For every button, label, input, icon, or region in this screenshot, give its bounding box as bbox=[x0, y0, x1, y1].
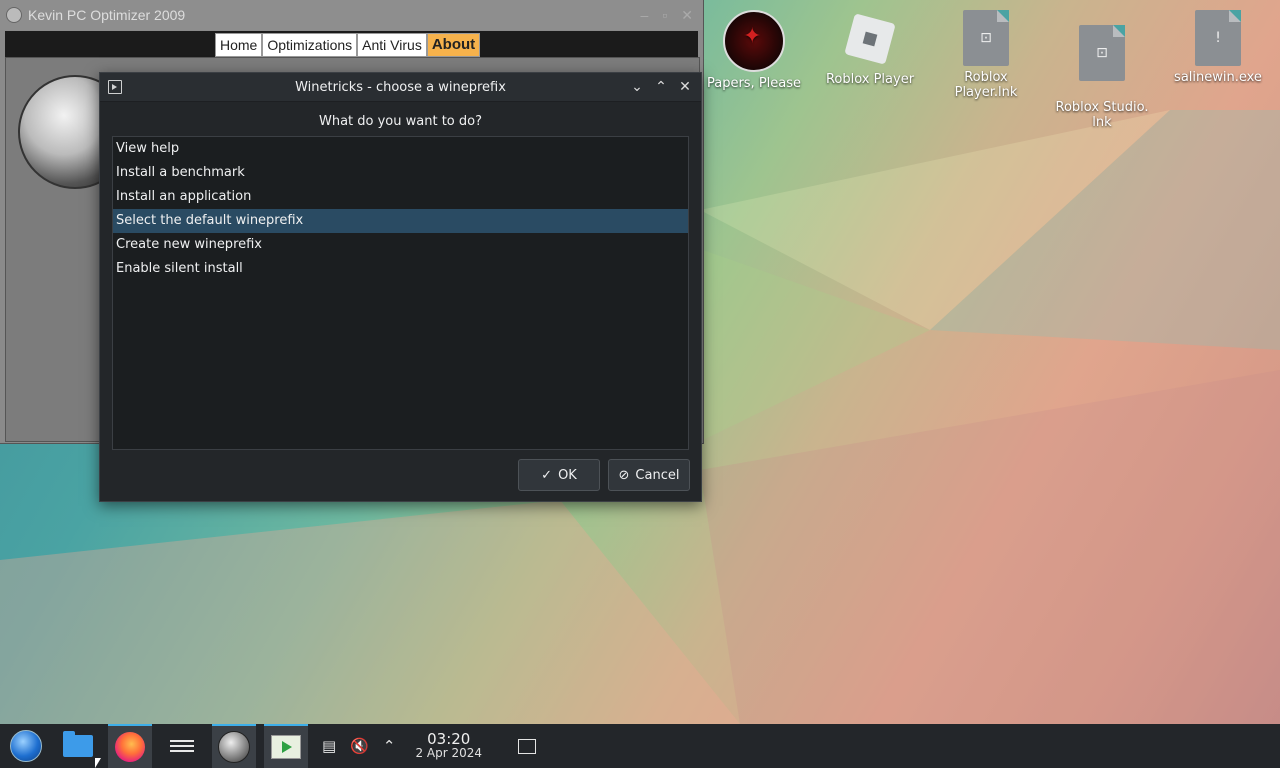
volume-muted-icon[interactable]: 🔇 bbox=[350, 737, 369, 755]
kevin-window-title: Kevin PC Optimizer 2009 bbox=[28, 7, 186, 23]
desktop-icon-label: Roblox Player bbox=[825, 72, 915, 87]
start-icon bbox=[10, 730, 42, 762]
chevron-up-icon[interactable]: ⌃ bbox=[383, 737, 396, 755]
roblox-icon bbox=[841, 10, 899, 68]
taskbar-kevin-optimizer[interactable] bbox=[212, 724, 256, 768]
taskbar-file-manager[interactable] bbox=[56, 724, 100, 768]
list-item-install-application[interactable]: Install an application bbox=[113, 185, 688, 209]
dialog-app-icon[interactable] bbox=[108, 80, 122, 94]
folder-icon bbox=[63, 731, 93, 757]
cancel-icon: ⊘ bbox=[618, 467, 630, 483]
exe-file-icon: ! bbox=[1195, 10, 1241, 66]
clock-date: 2 Apr 2024 bbox=[415, 746, 483, 760]
kevin-app-icon bbox=[6, 7, 22, 23]
desktop-icon-roblox-player[interactable]: Roblox Player bbox=[815, 10, 925, 87]
list-item-select-default-wineprefix[interactable]: Select the default wineprefix bbox=[113, 209, 688, 233]
taskbar-winetricks[interactable] bbox=[264, 724, 308, 768]
cancel-button-label: Cancel bbox=[635, 467, 680, 483]
shortcut-file-icon: ⊡ bbox=[1079, 25, 1125, 81]
desktop-icon-roblox-player-lnk[interactable]: ⊡ Roblox Player.lnk bbox=[931, 10, 1041, 100]
clock-time: 03:20 bbox=[427, 730, 471, 748]
close-icon[interactable]: ✕ bbox=[677, 77, 693, 97]
desktop-icon-label: Papers, Please bbox=[706, 76, 802, 91]
minimize-icon[interactable]: ⌄ bbox=[629, 77, 645, 97]
dialog-question: What do you want to do? bbox=[318, 114, 482, 129]
clipboard-icon[interactable]: ▤ bbox=[322, 737, 336, 755]
maximize-icon[interactable]: ▫ bbox=[662, 7, 667, 24]
list-item-silent-install[interactable]: Enable silent install bbox=[113, 257, 688, 281]
options-list[interactable]: View help Install a benchmark Install an… bbox=[112, 136, 689, 450]
show-desktop-icon[interactable] bbox=[518, 738, 537, 754]
list-item-create-wineprefix[interactable]: Create new wineprefix bbox=[113, 233, 688, 257]
papers-please-icon bbox=[723, 10, 785, 72]
desktop-icon-roblox-studio-lnk[interactable]: ⊡ Roblox Studio. lnk bbox=[1047, 10, 1157, 145]
taskbar: ▤ 🔇 ⌃ 03:20 2 Apr 2024 bbox=[0, 724, 1280, 768]
list-item-view-help[interactable]: View help bbox=[113, 137, 688, 161]
cancel-button[interactable]: ⊘ Cancel bbox=[608, 459, 690, 491]
kevin-titlebar[interactable]: Kevin PC Optimizer 2009 – ▫ ✕ bbox=[0, 0, 703, 30]
taskbar-settings[interactable] bbox=[160, 724, 204, 768]
dialog-titlebar[interactable]: Winetricks - choose a wineprefix ⌄ ⌃ ✕ bbox=[100, 73, 701, 102]
clock[interactable]: 03:20 2 Apr 2024 bbox=[415, 730, 483, 761]
maximize-icon[interactable]: ⌃ bbox=[653, 77, 669, 97]
settings-icon bbox=[168, 735, 196, 757]
tab-home[interactable]: Home bbox=[215, 33, 263, 57]
desktop-icon-label: Roblox Studio. lnk bbox=[1055, 100, 1149, 130]
kevin-menu-bar: Home Optimizations Anti Virus About bbox=[5, 31, 698, 57]
winetricks-dialog: Winetricks - choose a wineprefix ⌄ ⌃ ✕ W… bbox=[99, 72, 702, 502]
desktop-icon-papers-please[interactable]: Papers, Please bbox=[699, 10, 809, 91]
desktop-icon-label: Roblox Player.lnk bbox=[954, 70, 1018, 100]
ok-button[interactable]: ✓ OK bbox=[518, 459, 600, 491]
taskbar-firefox[interactable] bbox=[108, 724, 152, 768]
dialog-title: Winetricks - choose a wineprefix bbox=[295, 79, 506, 95]
close-icon[interactable]: ✕ bbox=[681, 7, 693, 24]
shortcut-file-icon: ⊡ bbox=[963, 10, 1009, 66]
ok-button-label: OK bbox=[558, 467, 577, 483]
desktop-icon-label: salinewin.exe bbox=[1174, 70, 1262, 85]
system-tray: ▤ 🔇 ⌃ 03:20 2 Apr 2024 bbox=[322, 730, 537, 761]
minimize-icon[interactable]: – bbox=[641, 7, 649, 24]
desktop-icon-salinewin[interactable]: ! salinewin.exe bbox=[1163, 10, 1273, 85]
start-menu-button[interactable] bbox=[4, 724, 48, 768]
gauge-icon bbox=[218, 731, 250, 763]
tab-about[interactable]: About bbox=[426, 33, 481, 57]
mouse-cursor-icon bbox=[95, 758, 101, 768]
tab-anti-virus[interactable]: Anti Virus bbox=[357, 33, 427, 57]
winetricks-icon bbox=[271, 735, 301, 759]
tab-optimizations[interactable]: Optimizations bbox=[262, 33, 358, 57]
list-item-install-benchmark[interactable]: Install a benchmark bbox=[113, 161, 688, 185]
firefox-icon bbox=[115, 732, 145, 762]
checkmark-icon: ✓ bbox=[541, 467, 553, 483]
